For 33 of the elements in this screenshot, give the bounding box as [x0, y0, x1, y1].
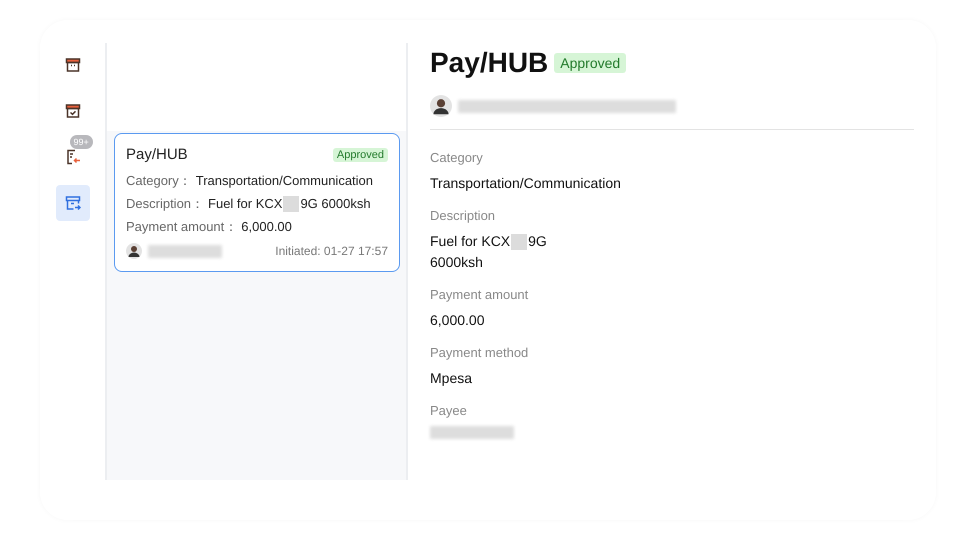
field-value: Fuel for KCX — [208, 195, 282, 213]
archive-box-icon — [64, 57, 80, 73]
field-label: Category — [430, 150, 484, 165]
avatar-icon — [430, 95, 452, 117]
field-label: Category： — [126, 172, 192, 190]
status-tag: Approved — [554, 53, 626, 73]
field-label: Payment method — [430, 345, 530, 360]
field-label: Payee — [430, 403, 468, 418]
field-value: 6,000.00 — [241, 218, 292, 236]
field-value: 9G — [528, 232, 547, 251]
field-value: Mpesa — [430, 369, 472, 388]
archive-export-icon — [64, 195, 80, 211]
redacted-block — [283, 196, 300, 212]
field-label: Description： — [126, 195, 204, 213]
page-title: Pay/HUB — [430, 46, 548, 80]
field-value: Fuel for KCX — [430, 232, 510, 251]
status-tag: Approved — [332, 148, 388, 162]
field-value: 6000ksh — [430, 253, 483, 272]
redacted-block — [511, 234, 528, 250]
field-value: 9G 6000ksh — [300, 195, 371, 213]
avatar-icon — [126, 243, 142, 259]
count-badge: 99+ — [70, 135, 93, 149]
card-title: Pay/HUB — [126, 146, 188, 163]
archive-check-icon — [64, 103, 80, 119]
field-label: Payment amount — [430, 287, 530, 302]
request-card[interactable]: Pay/HUB Approved Category： Transportation/Communication Description： Fuel for KCX 9G 6000ksh Payment amount： 6,000.00 Initiated: 01-27 17:57 — [114, 133, 400, 272]
field-value: 6,000.00 — [430, 311, 484, 330]
field-value: Transportation/Communication — [430, 174, 621, 193]
field-label: Description — [430, 208, 496, 223]
document-arrow-icon — [64, 149, 80, 165]
initiated-time: Initiated: 01-27 17:57 — [275, 244, 388, 258]
field-label: Payment amount： — [126, 218, 238, 236]
field-value: Transportation/Communication — [196, 172, 374, 190]
